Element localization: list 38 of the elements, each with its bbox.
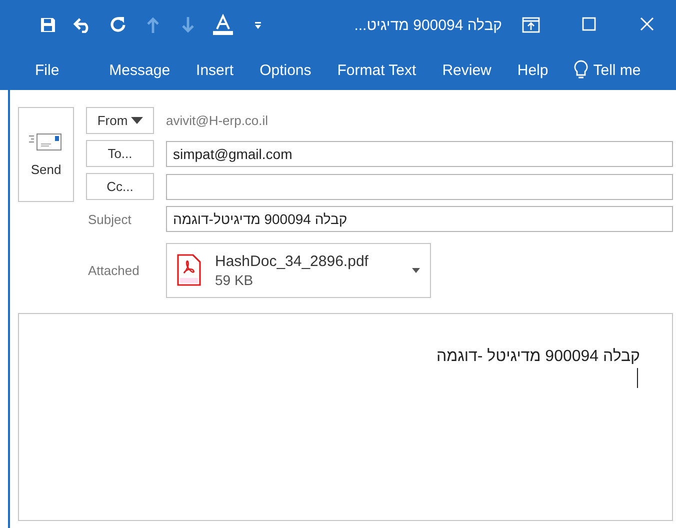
body-text: קבלה 900094 מדיגיטל -דוגמה	[436, 348, 640, 366]
from-button[interactable]: From	[86, 107, 154, 134]
file-name: HashDoc_34_2896.pdf	[215, 252, 370, 270]
from-address: avivit@H-erp.co.il	[166, 113, 268, 128]
subject-label: Subject	[87, 212, 132, 226]
ribbon-tab[interactable]: Review	[429, 62, 504, 78]
caret-icon	[130, 116, 143, 124]
caret-icon[interactable]	[412, 268, 420, 272]
subject-field[interactable]: קבלה 900094 מדיגיטל-דוגמה	[166, 206, 673, 232]
font-color-icon	[212, 14, 234, 36]
customize-icon	[253, 20, 264, 30]
ribbon-tab[interactable]: Insert	[183, 62, 247, 78]
file-size: 59 KB	[215, 272, 254, 288]
ribbon-tab[interactable]: Message	[96, 62, 184, 78]
ribbon-tab[interactable]: Help	[504, 62, 562, 78]
maximize-icon[interactable]	[582, 17, 596, 31]
to-button[interactable]: To...	[86, 140, 154, 167]
cc-field[interactable]	[166, 174, 673, 200]
down-arrow-icon	[180, 16, 195, 34]
save-icon	[38, 16, 57, 34]
pdf-file-icon	[177, 254, 201, 286]
attachment-card[interactable]: HashDoc_34_2896.pdf 59 KB	[166, 242, 431, 298]
ribbon-tab[interactable]: Options	[246, 62, 324, 78]
send-button[interactable]: Send	[18, 107, 74, 202]
to-field[interactable]: simpat@gmail.com	[166, 140, 673, 166]
cc-button[interactable]: Cc...	[86, 173, 154, 200]
ribbon-tab[interactable]: Format Text	[324, 62, 430, 78]
attached-label: Attached	[87, 262, 140, 278]
ribbon-display-icon[interactable]	[522, 17, 540, 33]
envelope-icon	[29, 132, 63, 152]
tell-me-button[interactable]: Tell me	[561, 60, 654, 80]
redo-icon	[108, 16, 127, 34]
message-body[interactable]: קבלה 900094 מדיגיטל -דוגמה	[18, 313, 673, 521]
up-arrow-icon	[146, 16, 160, 34]
close-icon[interactable]	[640, 17, 654, 31]
ribbon-tab[interactable]: File	[22, 62, 72, 78]
window-title: קבלה 900094 מדיגיט...	[353, 16, 502, 34]
lightbulb-icon	[574, 60, 588, 80]
